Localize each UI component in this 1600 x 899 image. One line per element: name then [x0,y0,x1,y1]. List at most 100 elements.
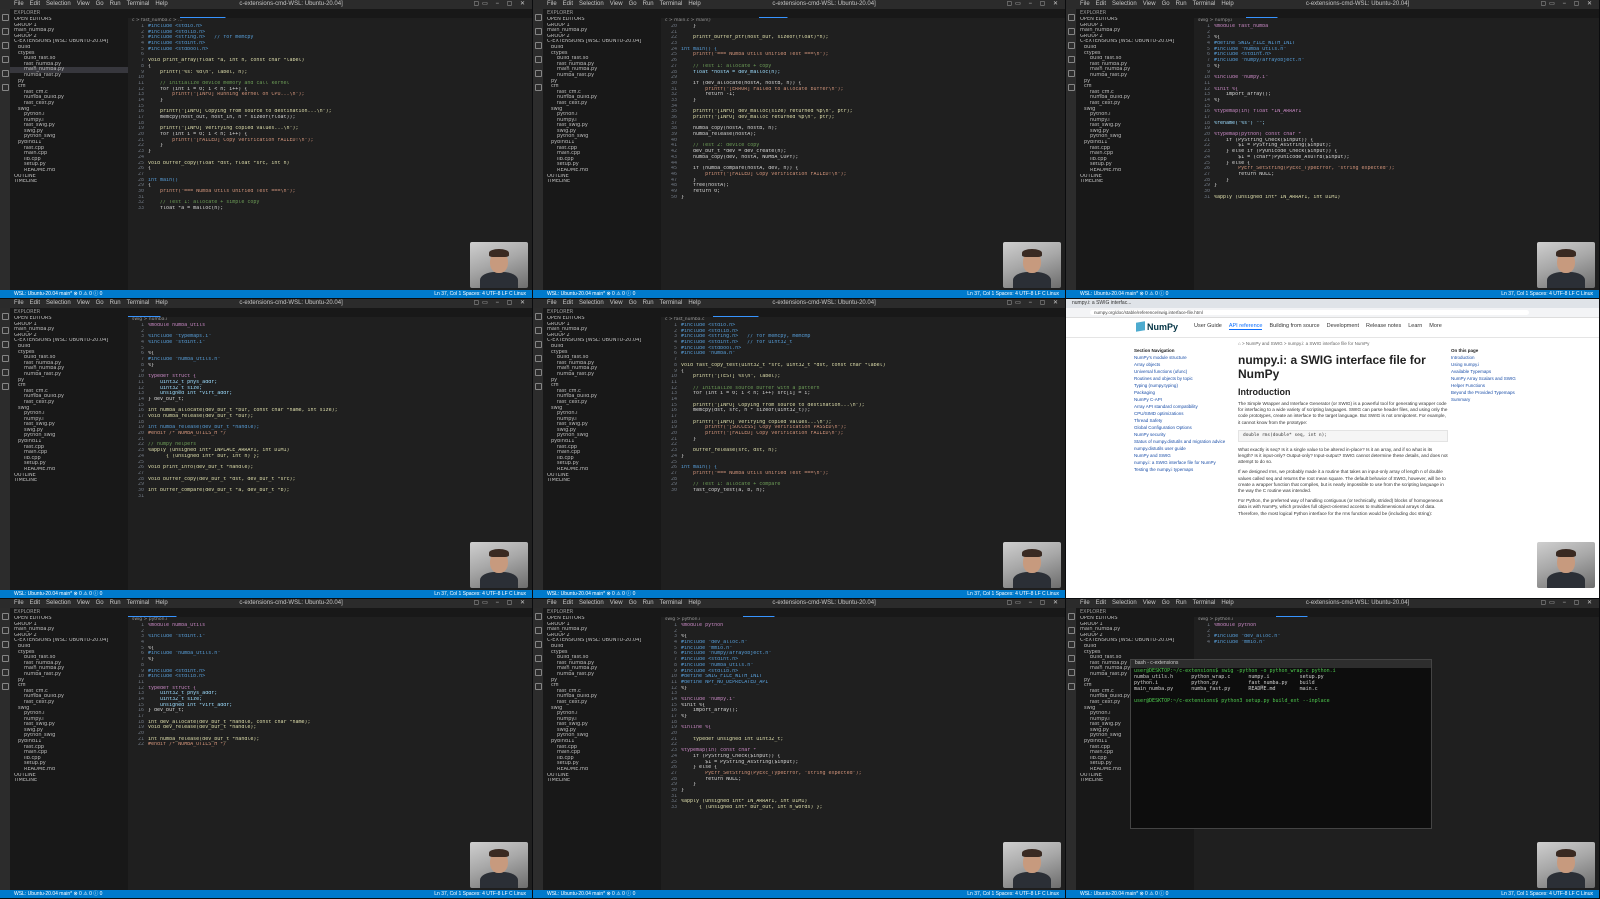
search-icon[interactable] [534,327,542,334]
search-icon[interactable] [534,627,542,634]
window-controls[interactable]: ▢▭ − ▢ ✕ [1006,599,1061,608]
menu-item[interactable]: Terminal [127,1,150,7]
menu-item[interactable]: View [77,600,90,606]
code-lines[interactable]: #include <stdio.h> #include <stdlib.h> #in… [148,24,528,212]
menu-item[interactable]: Selection [46,600,71,606]
section-nav-link[interactable]: CPU/SIMD optimizations [1134,410,1234,417]
code-lines[interactable]: %module numba_utils %include "typemaps.i"… [148,323,528,499]
menu-item[interactable]: Edit [30,600,40,606]
code-line[interactable]: } [681,195,1061,201]
breadcrumb[interactable]: ⌂ > NumPy and SWIG > numpy.i: a SWIG int… [1238,341,1448,349]
explorer-item[interactable]: TIMELINE [543,478,661,484]
extensions-icon[interactable] [534,369,542,376]
section-nav-link[interactable]: Routines and objects by topic [1134,375,1234,382]
source-control-icon[interactable] [1,341,9,348]
status-left[interactable]: WSL: Ubuntu-20.04 main* ⊗ 0 ⚠ 0 ⓘ 0 [14,891,102,897]
menu-item[interactable]: Run [1176,1,1187,7]
menu-item[interactable]: Help [688,300,700,306]
status-left[interactable]: WSL: Ubuntu-20.04 main* ⊗ 0 ⚠ 0 ⓘ 0 [1080,891,1168,897]
remote-icon[interactable] [1067,84,1075,91]
code-line[interactable]: float *a = malloc(n); [148,206,528,212]
nav-link[interactable]: Development [1327,323,1359,329]
menu-item[interactable]: Go [96,1,104,7]
files-icon[interactable] [1,14,9,21]
section-nav-link[interactable]: NumPy C-API [1134,396,1234,403]
status-right[interactable]: Ln 37, Col 1 Spaces: 4 UTF-8 LF C Linux [967,890,1059,898]
files-icon[interactable] [534,14,542,21]
menu-item[interactable]: Edit [30,1,40,7]
menu-item[interactable]: Edit [1096,1,1106,7]
status-right[interactable]: Ln 37, Col 1 Spaces: 4 UTF-8 LF C Linux [434,590,526,598]
status-right[interactable]: Ln 37, Col 1 Spaces: 4 UTF-8 LF C Linux [434,890,526,898]
files-icon[interactable] [1067,613,1075,620]
extensions-icon[interactable] [1,669,9,676]
toc-link[interactable]: Summary [1451,396,1531,403]
menu-item[interactable]: Edit [563,1,573,7]
section-nav-link[interactable]: numpy.i: a SWIG interface file for NumPy [1134,459,1234,466]
menu-item[interactable]: Run [110,1,121,7]
menu-item[interactable]: Help [688,600,700,606]
nav-link[interactable]: Release notes [1366,323,1401,329]
menu-item[interactable]: Terminal [1193,1,1216,7]
nav-link[interactable]: Learn [1408,323,1422,329]
code-line[interactable]: { (unsigned int* buf_out, int n_words) }… [681,805,1061,811]
menu-item[interactable]: File [1080,1,1090,7]
menu-item[interactable]: View [1143,1,1156,7]
search-icon[interactable] [1,327,9,334]
status-right[interactable]: Ln 37, Col 1 Spaces: 4 UTF-8 LF C Linux [434,290,526,298]
menu-item[interactable]: Selection [579,300,604,306]
code-lines[interactable]: %module fast_numba %{#define SWIG_FILE_WI… [1214,24,1595,200]
menu-item[interactable]: Help [1221,1,1233,7]
code-line[interactable]: fast_copy_test(a, b, n); [681,488,1061,494]
files-icon[interactable] [1,613,9,620]
nav-link[interactable]: More [1429,323,1442,329]
status-right[interactable]: Ln 37, Col 1 Spaces: 4 UTF-8 LF C Linux [967,290,1059,298]
section-nav-link[interactable]: NumPy's module structure [1134,354,1234,361]
menu-item[interactable]: File [14,1,24,7]
status-left[interactable]: WSL: Ubuntu-20.04 main* ⊗ 0 ⚠ 0 ⓘ 0 [547,891,635,897]
menu-item[interactable]: Terminal [660,300,683,306]
toc-link[interactable]: Available Typemaps [1451,368,1531,375]
code-line[interactable]: #endif /* NUMBA_UTILS_H */ [148,742,528,748]
section-nav-link[interactable]: numpy.distutils user guide [1134,445,1234,452]
menu-item[interactable]: File [14,300,24,306]
window-controls[interactable]: ▢▭ − ▢ ✕ [1006,299,1061,308]
files-icon[interactable] [1,313,9,320]
menu-item[interactable]: Run [643,300,654,306]
code-line[interactable] [148,494,528,500]
section-nav-link[interactable]: Typing (numpy.typing) [1134,382,1234,389]
code-lines[interactable]: %module python #include "dev_alloc.h" #inc… [1214,623,1595,646]
extensions-icon[interactable] [1067,70,1075,77]
menu-item[interactable]: View [1143,600,1156,606]
extensions-icon[interactable] [1,70,9,77]
status-left[interactable]: WSL: Ubuntu-20.04 main* ⊗ 0 ⚠ 0 ⓘ 0 [14,291,102,297]
explorer-item[interactable]: TIMELINE [10,179,128,185]
run-debug-icon[interactable] [1,655,9,662]
remote-icon[interactable] [534,84,542,91]
menu-item[interactable]: Edit [1096,600,1106,606]
menu-item[interactable]: Run [110,600,121,606]
remote-icon[interactable] [1,383,9,390]
menu-item[interactable]: Run [110,300,121,306]
menu-item[interactable]: File [547,1,557,7]
window-controls[interactable]: ▢▭ − ▢ ✕ [1540,599,1595,608]
toc-link[interactable]: Beyond the Provided Typemaps [1451,389,1531,396]
extensions-icon[interactable] [534,669,542,676]
menu-item[interactable]: Go [96,600,104,606]
menu-item[interactable]: Selection [1112,1,1137,7]
browser-tab[interactable]: numpy.i: a SWIG interfac... [1072,300,1131,306]
window-controls[interactable]: ▢▭ − ▢ ✕ [473,299,528,308]
section-nav-link[interactable]: NumPy and SWIG [1134,452,1234,459]
explorer-item[interactable]: TIMELINE [10,778,128,784]
menu-item[interactable]: Go [629,600,637,606]
files-icon[interactable] [534,613,542,620]
menu-item[interactable]: Go [1162,600,1170,606]
files-icon[interactable] [534,313,542,320]
extensions-icon[interactable] [534,70,542,77]
section-nav-link[interactable]: NumPy security [1134,431,1234,438]
menu-item[interactable]: Terminal [1193,600,1216,606]
source-control-icon[interactable] [1067,641,1075,648]
menu-item[interactable]: Terminal [127,600,150,606]
menu-item[interactable]: Run [643,1,654,7]
menu-item[interactable]: Selection [46,1,71,7]
